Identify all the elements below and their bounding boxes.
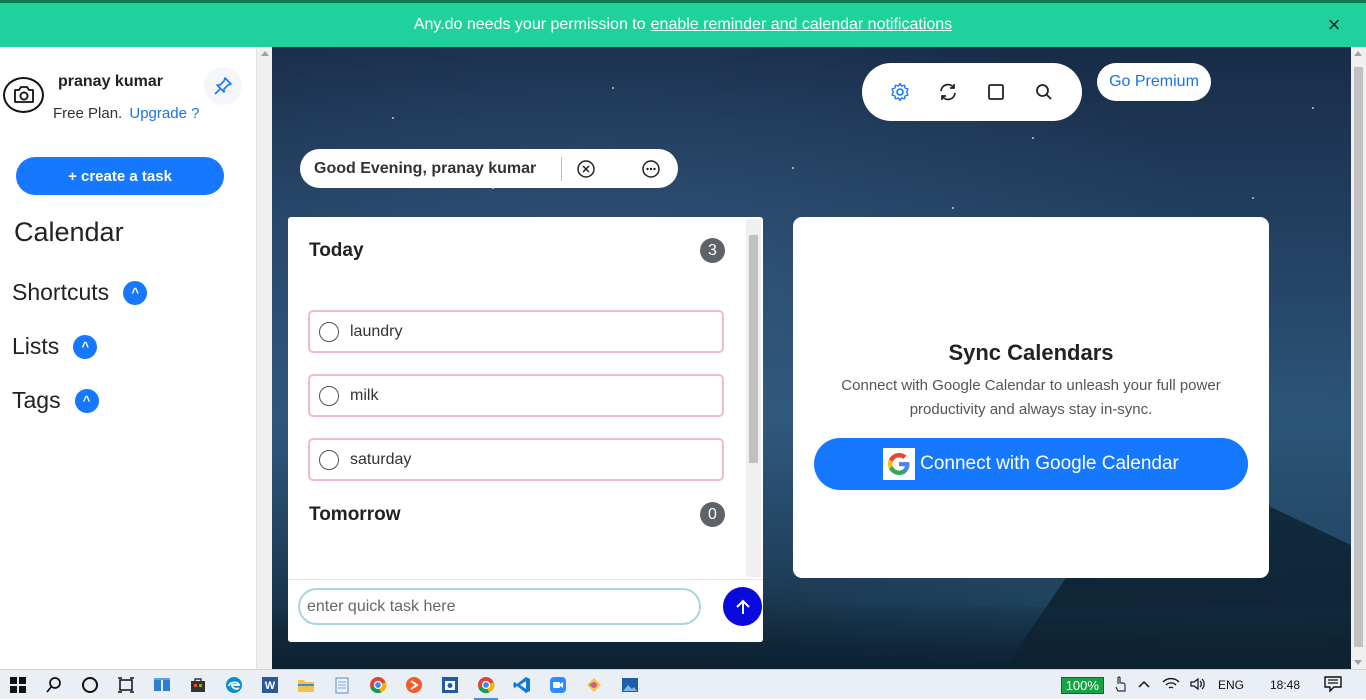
sidebar-scrollbar[interactable] xyxy=(256,47,272,669)
connect-button-label: Connect with Google Calendar xyxy=(920,453,1179,474)
tomorrow-count-badge: 0 xyxy=(700,502,725,527)
task-checkbox[interactable] xyxy=(319,385,339,406)
windows-start-icon[interactable] xyxy=(0,670,36,700)
volume-icon[interactable] xyxy=(1190,677,1208,694)
store-icon[interactable] xyxy=(180,670,216,700)
greeting-bar: Good Evening, pranay kumar xyxy=(300,149,678,188)
section-label: Lists xyxy=(12,333,60,359)
section-tomorrow: Tomorrow xyxy=(309,504,401,525)
search-icon[interactable] xyxy=(1032,80,1056,104)
cortana-icon[interactable] xyxy=(72,670,108,700)
task-label: saturday xyxy=(350,450,412,468)
connect-google-calendar-button[interactable]: Connect with Google Calendar xyxy=(814,438,1248,490)
red-app-icon[interactable] xyxy=(396,670,432,700)
calendar-app-icon[interactable] xyxy=(432,670,468,700)
notification-center-icon[interactable] xyxy=(1324,675,1342,695)
vscode-icon[interactable] xyxy=(504,670,540,700)
sidebar: pranay kumar Free Plan. Upgrade ? + crea… xyxy=(0,47,256,669)
chrome-icon[interactable] xyxy=(360,670,396,700)
people-app-icon[interactable] xyxy=(144,670,180,700)
submit-task-button[interactable] xyxy=(723,587,762,626)
wifi-icon[interactable] xyxy=(1162,677,1180,694)
svg-text:W: W xyxy=(265,680,276,692)
chevron-up-icon[interactable] xyxy=(1138,678,1150,692)
zoom-app-icon[interactable] xyxy=(540,670,576,700)
touch-icon[interactable] xyxy=(1114,675,1126,695)
avatar[interactable] xyxy=(3,77,44,113)
sync-calendars-card: Sync Calendars Connect with Google Calen… xyxy=(793,217,1269,578)
sidebar-section-lists[interactable]: Lists ^ xyxy=(12,333,98,360)
pin-icon[interactable] xyxy=(204,67,242,105)
enable-notifications-link[interactable]: enable reminder and calendar notificatio… xyxy=(651,16,953,34)
sidebar-section-tags[interactable]: Tags ^ xyxy=(12,387,99,414)
user-name: pranay kumar xyxy=(58,73,163,90)
main-area: Go Premium Good Evening, pranay kumar To… xyxy=(272,47,1351,669)
edge-icon[interactable] xyxy=(216,670,252,700)
chevron-up-icon[interactable]: ^ xyxy=(73,334,98,359)
sync-description: Connect with Google Calendar to unleash … xyxy=(841,377,1221,418)
square-icon[interactable] xyxy=(984,80,1008,104)
go-premium-button[interactable]: Go Premium xyxy=(1097,63,1211,101)
notification-bar: Any.do needs your permission to enable r… xyxy=(0,0,1366,47)
upgrade-link[interactable]: Upgrade ? xyxy=(129,105,199,122)
paint-icon[interactable] xyxy=(576,670,612,700)
task-label: laundry xyxy=(350,322,403,340)
windows-taskbar: W 100% ENG 18:48 xyxy=(0,669,1366,700)
page-scrollbar[interactable] xyxy=(1351,47,1366,669)
quick-task-area xyxy=(288,579,763,642)
file-explorer-icon[interactable] xyxy=(288,670,324,700)
notification-text: Any.do needs your permission to xyxy=(413,16,646,33)
notepad-icon[interactable] xyxy=(324,670,360,700)
photos-icon[interactable] xyxy=(612,670,648,700)
task-checkbox[interactable] xyxy=(319,321,339,342)
task-item[interactable]: saturday xyxy=(308,438,724,481)
zoom-level[interactable]: 100% xyxy=(1060,676,1104,694)
task-view-icon[interactable] xyxy=(108,670,144,700)
sidebar-section-shortcuts[interactable]: Shortcuts ^ xyxy=(12,279,148,306)
chrome-active-icon[interactable] xyxy=(468,670,504,700)
section-today: Today xyxy=(309,240,364,261)
camera-icon xyxy=(13,86,34,103)
task-scrollbar[interactable] xyxy=(746,219,761,577)
task-label: milk xyxy=(350,386,379,404)
create-task-button[interactable]: + create a task xyxy=(16,157,224,195)
google-logo-icon xyxy=(883,448,916,480)
plan-text: Free Plan. Upgrade ? xyxy=(53,105,199,122)
task-item[interactable]: laundry xyxy=(308,310,724,353)
greeting-text: Good Evening, pranay kumar xyxy=(300,156,562,181)
task-checkbox[interactable] xyxy=(319,449,339,470)
task-item[interactable]: milk xyxy=(308,374,724,417)
more-options-icon[interactable] xyxy=(639,157,663,181)
plan-label: Free Plan. xyxy=(53,105,123,122)
section-label: Shortcuts xyxy=(12,279,110,305)
sync-icon[interactable] xyxy=(936,80,960,104)
task-panel: Today 3 laundry milk saturday Tomorrow 0 xyxy=(288,217,763,642)
today-count-badge: 3 xyxy=(700,238,725,263)
word-icon[interactable]: W xyxy=(252,670,288,700)
language-indicator[interactable]: ENG xyxy=(1218,678,1244,692)
section-label: Tags xyxy=(12,387,61,413)
gear-icon[interactable] xyxy=(888,80,912,104)
top-toolbar xyxy=(862,63,1082,121)
clock[interactable]: 18:48 xyxy=(1270,678,1300,692)
sync-title: Sync Calendars xyxy=(948,340,1114,365)
quick-task-input[interactable] xyxy=(298,588,701,625)
close-circle-icon[interactable] xyxy=(574,157,598,181)
chevron-up-icon[interactable]: ^ xyxy=(74,388,99,413)
search-icon[interactable] xyxy=(36,670,72,700)
calendar-heading[interactable]: Calendar xyxy=(14,217,124,248)
arrow-up-icon xyxy=(735,599,750,614)
close-icon[interactable]: × xyxy=(1326,14,1342,36)
system-tray: 100% ENG 18:48 xyxy=(1060,670,1366,700)
chevron-up-icon[interactable]: ^ xyxy=(123,280,148,305)
